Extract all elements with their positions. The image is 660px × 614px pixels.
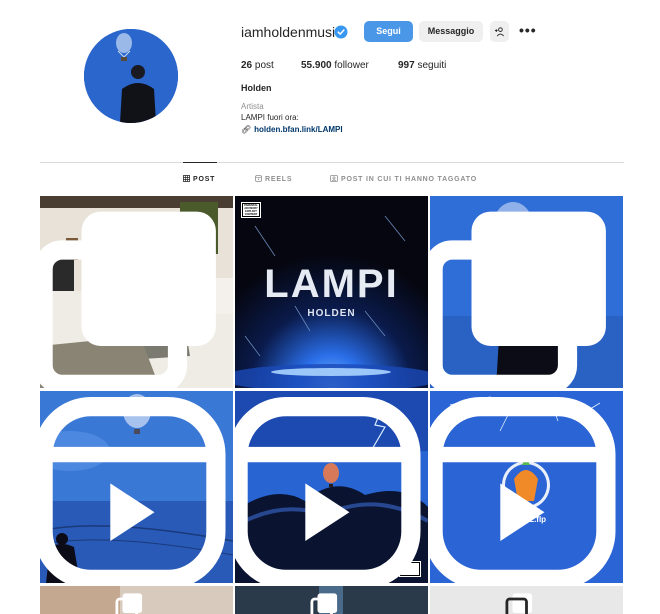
followers-count[interactable]: 55.900 follower xyxy=(301,60,369,71)
profile-link-text: holden.bfan.link/LAMPI xyxy=(254,125,343,134)
album-artist: HOLDEN xyxy=(307,308,356,319)
tab-tagged-label: POST IN CUI TI HANNO TAGGATO xyxy=(341,176,477,183)
post-tile-7[interactable] xyxy=(40,586,233,614)
post-tile-5[interactable] xyxy=(235,391,428,583)
post-tile-6[interactable]: ?/12/22.flp xyxy=(430,391,623,583)
parental-advisory-label: PARENTAL ADVISORY EXPLICIT CONTENT xyxy=(243,204,259,216)
carousel-icon xyxy=(310,593,338,614)
profile-username: iamholdenmusic xyxy=(241,24,343,40)
reel-icon xyxy=(40,397,226,583)
profile-link[interactable]: 🔗︎ holden.bfan.link/LAMPI xyxy=(241,125,343,134)
posts-count-label: post xyxy=(254,60,274,71)
posts-count-value: 26 xyxy=(241,60,253,71)
link-icon: 🔗︎ xyxy=(241,125,252,134)
post-tile-4[interactable] xyxy=(40,391,233,583)
post-tile-2[interactable]: PARENTAL ADVISORY EXPLICIT CONTENT LAMPI… xyxy=(235,196,428,388)
following-count-label: seguiti xyxy=(417,60,447,71)
avatar-image xyxy=(84,29,178,123)
reel-icon xyxy=(430,397,616,583)
grid-icon xyxy=(183,175,190,182)
carousel-icon xyxy=(40,211,216,388)
post-tile-3[interactable] xyxy=(430,196,623,388)
followers-count-value: 55.900 xyxy=(301,60,332,71)
tagged-icon xyxy=(330,175,338,182)
follow-button[interactable]: Segui xyxy=(364,21,413,42)
add-user-icon xyxy=(494,27,504,37)
tab-reels-label: REELS xyxy=(265,176,293,183)
following-count[interactable]: 997 seguiti xyxy=(398,60,446,71)
posts-count: 26 post xyxy=(241,60,274,71)
tab-posts[interactable]: POST xyxy=(183,175,215,185)
verified-badge-icon xyxy=(334,25,348,39)
following-count-value: 997 xyxy=(398,60,415,71)
active-tab-indicator xyxy=(183,162,217,163)
post-tile-1[interactable] xyxy=(40,196,233,388)
album-title: LAMPI xyxy=(264,262,399,306)
profile-full-name: Holden xyxy=(241,83,272,93)
profile-bio: LAMPI fuori ora: xyxy=(241,113,299,122)
carousel-icon xyxy=(115,593,143,614)
followers-count-label: follower xyxy=(334,60,369,71)
more-options-button[interactable]: ••• xyxy=(519,23,537,37)
profile-category: Artista xyxy=(241,102,264,111)
carousel-icon xyxy=(505,593,533,614)
tabs-divider xyxy=(40,162,624,163)
tab-tagged[interactable]: POST IN CUI TI HANNO TAGGATO xyxy=(330,175,477,185)
profile-avatar[interactable] xyxy=(84,29,178,123)
message-button[interactable]: Messaggio xyxy=(419,21,483,42)
carousel-icon xyxy=(430,211,606,388)
post-tile-9[interactable] xyxy=(430,586,623,614)
post-tile-8[interactable] xyxy=(235,586,428,614)
reel-icon xyxy=(235,397,421,583)
suggest-users-button[interactable] xyxy=(490,21,509,42)
tab-posts-label: POST xyxy=(193,176,216,183)
tab-reels[interactable]: REELS xyxy=(255,175,292,185)
advisory-line-3: EXPLICIT CONTENT xyxy=(244,210,258,216)
reels-icon xyxy=(255,175,262,182)
